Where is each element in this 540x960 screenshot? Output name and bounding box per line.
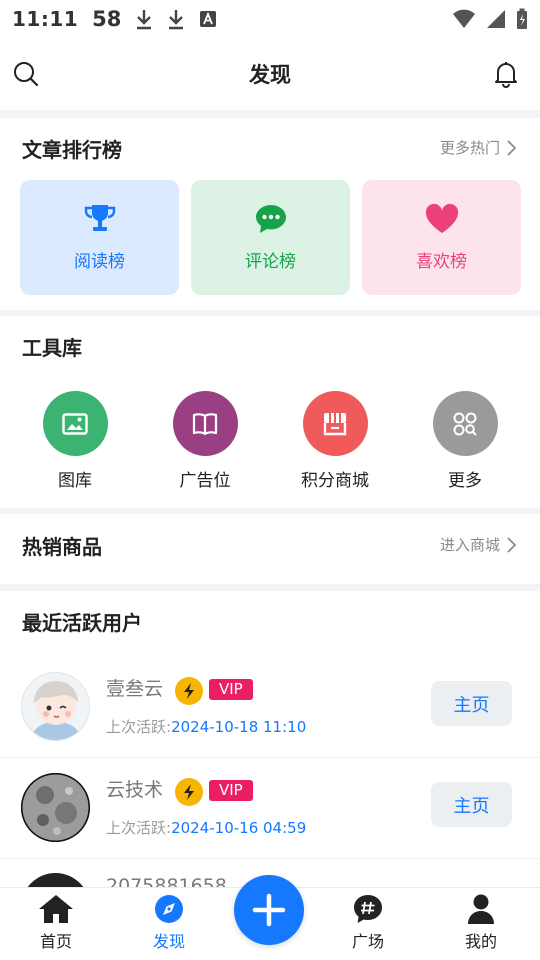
lightning-badge <box>175 778 203 806</box>
avatar[interactable] <box>21 773 90 842</box>
trophy-icon <box>84 205 115 231</box>
download-icon <box>137 10 152 30</box>
user-icon <box>468 894 494 924</box>
book-icon <box>192 412 218 435</box>
comment-rank-card[interactable]: 评论榜 <box>191 180 350 295</box>
nav-discover-label: 发现 <box>152 932 185 951</box>
user-row: 云技术 VIP 上次活跃:2024-10-16 04:59 主页 <box>0 759 540 859</box>
tool-gallery[interactable]: 图库 <box>10 391 140 491</box>
hot-products-section: 热销商品 进入商城 <box>0 514 540 584</box>
store-icon <box>323 412 347 435</box>
user-name: 云技术 <box>106 779 164 801</box>
enter-mall-link[interactable]: 进入商城 <box>440 534 516 555</box>
nav-square-label: 广场 <box>351 932 384 951</box>
lightning-icon <box>184 683 194 699</box>
tools-title: 工具库 <box>22 336 82 360</box>
image-icon <box>62 412 88 435</box>
chat-bubble-icon <box>255 205 286 233</box>
lightning-icon <box>184 784 194 800</box>
search-button[interactable] <box>10 58 42 90</box>
plus-icon <box>252 893 286 927</box>
app-header: 发现 <box>0 38 540 110</box>
last-active-label: 上次活跃: <box>106 718 172 736</box>
status-indicator: 58 <box>92 7 122 31</box>
vip-badge: VIP <box>209 780 253 801</box>
tool-more-label: 更多 <box>448 471 482 491</box>
bell-icon <box>495 62 517 88</box>
nav-mine[interactable]: 我的 <box>436 894 526 952</box>
notification-button[interactable] <box>490 58 522 90</box>
tool-points-mall-label: 积分商城 <box>301 471 369 491</box>
nav-mine-label: 我的 <box>464 932 497 951</box>
like-rank-label: 喜欢榜 <box>416 252 467 272</box>
tool-ad-space[interactable]: 广告位 <box>140 391 270 491</box>
compass-icon <box>155 895 183 923</box>
hot-products-title: 热销商品 <box>22 535 102 559</box>
nav-home[interactable]: 首页 <box>11 894 101 952</box>
hashtag-icon <box>354 895 382 923</box>
create-post-button[interactable] <box>234 875 304 945</box>
page-title: 发现 <box>249 63 291 87</box>
user-home-button[interactable]: 主页 <box>431 681 512 726</box>
last-active-label: 上次活跃: <box>106 819 172 837</box>
tool-points-mall[interactable]: 积分商城 <box>270 391 400 491</box>
last-active: 上次活跃:2024-10-16 04:59 <box>106 817 306 838</box>
tool-ad-space-label: 广告位 <box>179 471 231 491</box>
signal-icon <box>487 10 505 28</box>
more-hot-link[interactable]: 更多热门 <box>440 137 516 158</box>
tool-more[interactable]: 更多 <box>400 391 530 491</box>
avatar[interactable] <box>21 672 90 741</box>
chevron-right-icon <box>507 139 516 156</box>
active-users-section: 最近活跃用户 壹叁云 VIP 上次活跃:2024-10-18 11:10 主页 … <box>0 591 540 887</box>
user-row: 壹叁云 VIP 上次活跃:2024-10-18 11:10 主页 <box>0 658 540 758</box>
last-active-time: 2024-10-18 11:10 <box>171 718 307 736</box>
comment-rank-label: 评论榜 <box>245 252 296 272</box>
heart-icon <box>425 203 458 233</box>
nav-home-label: 首页 <box>39 932 72 951</box>
user-name: 壹叁云 <box>106 678 164 700</box>
ranking-title: 文章排行榜 <box>22 138 122 162</box>
user-home-button[interactable]: 主页 <box>431 782 512 827</box>
ranking-section: 文章排行榜 更多热门 阅读榜 评论榜 喜欢榜 <box>0 118 540 310</box>
grid-search-icon <box>453 412 477 436</box>
lightning-badge <box>175 677 203 705</box>
home-icon <box>39 895 73 923</box>
vip-badge: VIP <box>209 679 253 700</box>
status-time: 11:11 <box>12 7 79 31</box>
more-hot-label: 更多热门 <box>439 139 500 157</box>
user-name: 2075881658 <box>106 875 227 887</box>
cartoon-avatar-icon <box>22 673 89 740</box>
last-active: 上次活跃:2024-10-18 11:10 <box>106 716 306 737</box>
like-rank-card[interactable]: 喜欢榜 <box>362 180 521 295</box>
nav-discover[interactable]: 发现 <box>124 894 214 952</box>
tools-section: 工具库 图库 广告位 积分商城 更多 <box>0 316 540 508</box>
reading-rank-label: 阅读榜 <box>74 252 125 272</box>
moon-avatar-icon <box>21 773 90 842</box>
battery-icon <box>517 8 527 29</box>
tool-gallery-label: 图库 <box>58 471 92 491</box>
chevron-right-icon <box>507 536 516 553</box>
enter-mall-label: 进入商城 <box>439 536 500 554</box>
avatar[interactable] <box>21 873 90 887</box>
active-users-title: 最近活跃用户 <box>22 611 142 635</box>
last-active-time: 2024-10-16 04:59 <box>171 819 307 837</box>
reading-rank-card[interactable]: 阅读榜 <box>20 180 179 295</box>
nav-square[interactable]: 广场 <box>323 894 413 952</box>
search-icon <box>14 62 39 87</box>
wifi-icon <box>453 9 475 28</box>
text-app-icon <box>200 11 217 27</box>
download-icon <box>169 10 184 30</box>
status-bar: 11:11 58 <box>0 0 540 38</box>
